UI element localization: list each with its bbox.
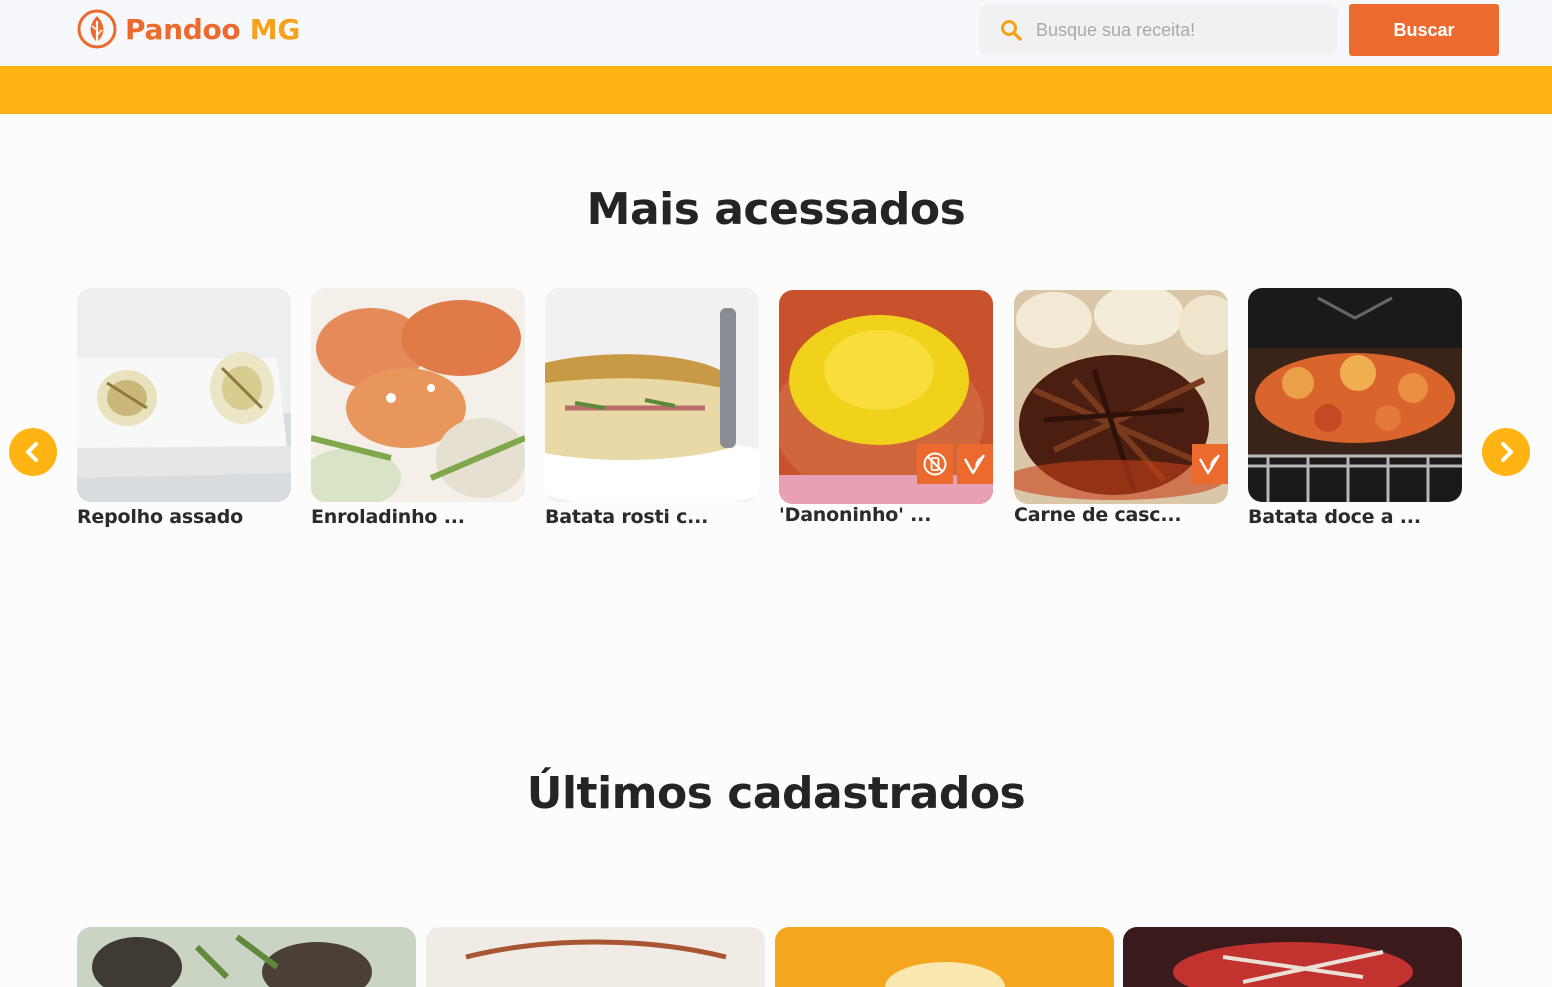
search-icon xyxy=(1001,20,1022,41)
section-title-latest: Últimos cadastrados xyxy=(526,768,1026,819)
logo[interactable]: Pandoo MG xyxy=(77,9,300,49)
promo-banner xyxy=(0,66,1552,114)
chevron-right-icon xyxy=(1501,442,1513,462)
recipe-card[interactable]: Carne de casc... xyxy=(1014,290,1228,526)
recipe-title[interactable]: Repolho assado xyxy=(77,506,291,528)
vegan-icon xyxy=(1198,454,1221,475)
recipe-image[interactable] xyxy=(77,927,416,987)
recipe-title[interactable]: Batata rosti c... xyxy=(545,506,759,528)
search-button[interactable]: Buscar xyxy=(1349,4,1499,56)
recipe-card[interactable]: Enroladinho ... xyxy=(311,288,525,528)
carousel-next-button[interactable] xyxy=(1482,428,1530,476)
no-lactose-icon xyxy=(923,452,947,476)
recipe-image[interactable] xyxy=(779,290,993,504)
recipe-image[interactable] xyxy=(426,927,765,987)
search-input[interactable] xyxy=(1034,18,1328,42)
latest-recipe-card[interactable] xyxy=(77,927,416,987)
carousel-prev-button[interactable] xyxy=(9,428,57,476)
recipe-image[interactable] xyxy=(1248,288,1462,502)
vegan-icon xyxy=(963,454,986,475)
diet-badges xyxy=(1192,444,1228,484)
recipe-title[interactable]: 'Danoninho' ... xyxy=(779,504,993,526)
badge-no-lactose xyxy=(917,444,953,484)
latest-recipe-card[interactable] xyxy=(426,927,765,987)
recipe-image[interactable] xyxy=(1014,290,1228,504)
recipe-image[interactable] xyxy=(545,288,759,502)
recipe-title[interactable]: Batata doce a ... xyxy=(1248,506,1462,528)
logo-main: Pandoo xyxy=(125,12,241,46)
badge-vegan xyxy=(957,444,993,484)
latest-recipe-card[interactable] xyxy=(1123,927,1462,987)
chevron-left-icon xyxy=(26,442,38,462)
recipe-card[interactable]: Repolho assado xyxy=(77,288,291,528)
recipe-card[interactable]: Batata doce a ... xyxy=(1248,288,1462,528)
badge-vegan xyxy=(1192,444,1228,484)
recipe-image[interactable] xyxy=(1123,927,1462,987)
recipe-image[interactable] xyxy=(775,927,1114,987)
recipe-card[interactable]: 'Danoninho' ... xyxy=(779,290,993,526)
recipe-card[interactable]: Batata rosti c... xyxy=(545,288,759,528)
recipe-image[interactable] xyxy=(311,288,525,502)
recipe-title[interactable]: Carne de casc... xyxy=(1014,504,1228,526)
recipe-image[interactable] xyxy=(77,288,291,502)
search-box xyxy=(979,5,1338,55)
logo-suffix: MG xyxy=(240,12,301,46)
leaf-logo-icon xyxy=(77,9,117,49)
site-header: Pandoo MG Buscar xyxy=(0,0,1552,66)
diet-badges xyxy=(917,444,993,484)
latest-recipe-card[interactable] xyxy=(775,927,1114,987)
recipe-title[interactable]: Enroladinho ... xyxy=(311,506,525,528)
section-title-most-accessed: Mais acessados xyxy=(586,184,966,235)
logo-text: Pandoo MG xyxy=(125,13,300,46)
